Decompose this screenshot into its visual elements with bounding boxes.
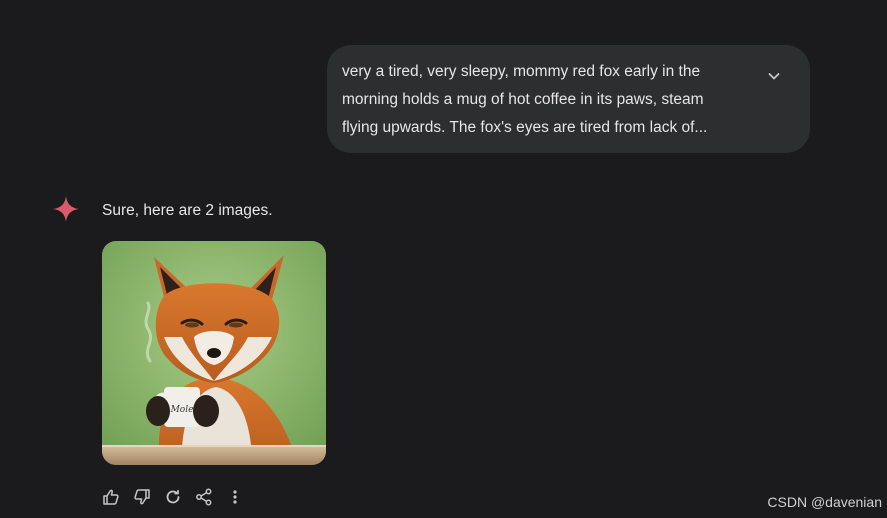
user-prompt-line: very a tired, very sleepy, mommy red fox… <box>342 63 701 80</box>
share-icon <box>196 488 212 506</box>
user-prompt-line: morning holds a mug of hot coffee in its… <box>342 91 704 108</box>
thumbs-up-button[interactable] <box>100 486 122 508</box>
chevron-down-icon <box>768 73 780 80</box>
expand-prompt-button[interactable] <box>759 61 789 91</box>
user-prompt-line: flying upwards. The fox's eyes are tired… <box>342 119 708 136</box>
user-prompt-bubble: very a tired, very sleepy, mommy red fox… <box>327 45 810 153</box>
regenerate-button[interactable] <box>162 486 184 508</box>
generated-image[interactable]: Mole <box>102 241 326 465</box>
watermark: CSDN @davenian <box>767 494 882 510</box>
more-vertical-icon <box>233 490 237 504</box>
thumbs-down-button[interactable] <box>131 486 153 508</box>
fox-image: Mole <box>102 241 326 465</box>
chat-page: very a tired, very sleepy, mommy red fox… <box>0 0 887 518</box>
user-prompt-text: very a tired, very sleepy, mommy red fox… <box>342 58 752 142</box>
regenerate-icon <box>166 490 180 504</box>
sparkle-icon <box>53 196 79 222</box>
more-options-button[interactable] <box>224 486 246 508</box>
response-text: Sure, here are 2 images. <box>102 202 273 219</box>
svg-text:Mole: Mole <box>170 405 194 415</box>
thumbs-down-icon <box>134 489 150 505</box>
thumbs-up-icon <box>103 489 119 505</box>
response-actions <box>100 486 255 508</box>
share-button[interactable] <box>193 486 215 508</box>
